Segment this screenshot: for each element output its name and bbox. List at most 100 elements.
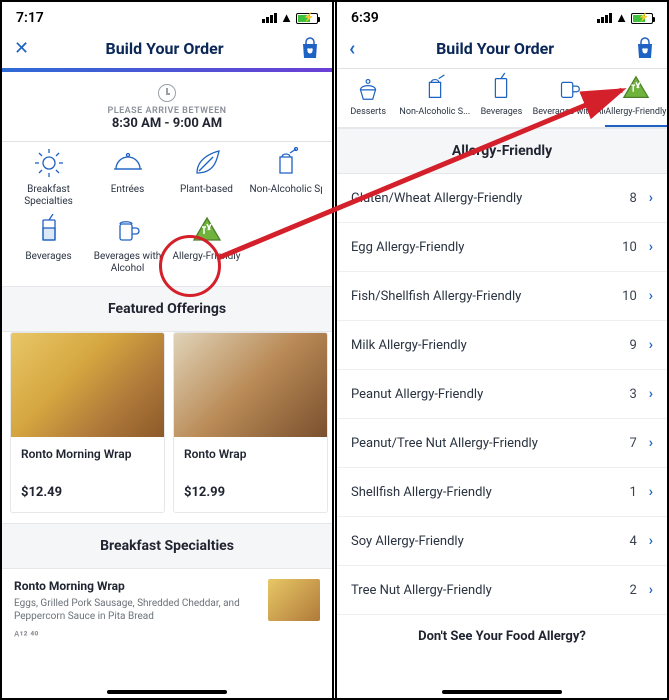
category-beverages[interactable]: Beverages xyxy=(10,213,87,274)
category-allergy-friendly[interactable]: Allergy-Friendly xyxy=(168,213,245,274)
status-time: 7:17 xyxy=(16,10,44,26)
dont-see-allergy[interactable]: Don't See Your Food Allergy? xyxy=(337,615,667,650)
row-label: Soy Allergy-Friendly xyxy=(351,534,464,549)
row-label: Milk Allergy-Friendly xyxy=(351,338,467,353)
list-item[interactable]: Gluten/Wheat Allergy-Friendly8› xyxy=(337,174,667,223)
chevron-right-icon: › xyxy=(649,386,653,402)
category-beverages-alcohol[interactable]: Beverages with Alcohol xyxy=(89,213,166,274)
chevron-right-icon: › xyxy=(649,484,653,500)
category-entrees[interactable]: Entrées xyxy=(89,146,166,207)
category-non-alcoholic[interactable]: Non-Alcoholic Specialty Be xyxy=(247,146,324,207)
arrival-window: PLEASE ARRIVE BETWEEN 8:30 AM - 9:00 AM xyxy=(2,72,332,141)
wifi-icon: ▲ xyxy=(280,10,293,26)
category-breakfast-specialties[interactable]: Breakfast Specialties xyxy=(10,146,87,207)
battery-icon: ⚡ xyxy=(631,13,653,24)
menu-item-name: Ronto Morning Wrap xyxy=(14,579,258,593)
offering-name: Ronto Wrap xyxy=(174,437,327,477)
page-title: Build Your Order xyxy=(436,39,554,58)
row-label: Peanut/Tree Nut Allergy-Friendly xyxy=(351,436,538,451)
offering-card[interactable]: Ronto Morning Wrap $12.49 xyxy=(10,332,165,513)
close-button[interactable]: ✕ xyxy=(14,38,29,59)
menu-item-price: ᴬ¹² ⁴⁰ xyxy=(14,629,258,642)
row-label: Tree Nut Allergy-Friendly xyxy=(351,583,492,598)
beer-icon xyxy=(554,73,584,103)
glass-icon xyxy=(32,213,66,247)
status-bar: 7:17 ▲ ⚡ xyxy=(2,2,332,30)
category-label: Plant-based xyxy=(168,184,245,196)
offering-image xyxy=(11,333,164,437)
tab-label: Beverages with Alcohol xyxy=(533,107,605,117)
screen-left: 7:17 ▲ ⚡ ✕ Build Your Order PLEASE ARRIV… xyxy=(2,2,334,698)
home-indicator[interactable] xyxy=(107,690,227,694)
list-item[interactable]: Milk Allergy-Friendly9› xyxy=(337,321,667,370)
row-label: Gluten/Wheat Allergy-Friendly xyxy=(351,191,522,206)
row-count: 4 xyxy=(629,534,636,549)
offering-card[interactable]: Ronto Wrap $12.99 xyxy=(173,332,328,513)
status-icons: ▲ ⚡ xyxy=(597,10,653,26)
row-count: 10 xyxy=(622,289,637,304)
sun-icon xyxy=(32,146,66,180)
row-label: Egg Allergy-Friendly xyxy=(351,240,464,255)
chevron-right-icon: › xyxy=(649,337,653,353)
list-item[interactable]: Peanut/Tree Nut Allergy-Friendly7› xyxy=(337,419,667,468)
chevron-right-icon: › xyxy=(649,533,653,549)
row-count: 1 xyxy=(629,485,636,500)
list-item[interactable]: Egg Allergy-Friendly 10 › xyxy=(337,223,667,272)
list-item[interactable]: Shellfish Allergy-Friendly 1 › xyxy=(337,468,667,517)
tab-beverages[interactable]: Beverages xyxy=(470,71,532,127)
tab-beverages-alcohol[interactable]: Beverages with Alcohol xyxy=(533,71,605,127)
allergy-icon xyxy=(621,73,651,103)
bag-button[interactable] xyxy=(635,36,655,60)
row-count: 7 xyxy=(629,436,636,451)
menu-item[interactable]: Ronto Morning Wrap Eggs, Grilled Pork Sa… xyxy=(2,569,332,650)
offering-price: $12.49 xyxy=(11,477,164,512)
category-strip[interactable]: Desserts Non-Alcoholic S... Beverages Be… xyxy=(337,69,667,128)
tab-desserts[interactable]: Desserts xyxy=(337,71,399,127)
cloche-icon xyxy=(111,146,145,180)
header: ‹ Build Your Order xyxy=(337,30,667,68)
menu-item-thumb xyxy=(268,579,320,621)
signal-icon xyxy=(597,13,612,23)
row-label: Shellfish Allergy-Friendly xyxy=(351,485,492,500)
menu-item-description: Eggs, Grilled Pork Sausage, Shredded Che… xyxy=(14,597,258,623)
page-title: Build Your Order xyxy=(105,39,223,58)
list-item[interactable]: Tree Nut Allergy-Friendly2› xyxy=(337,566,667,615)
chevron-right-icon: › xyxy=(649,239,653,255)
category-label: Beverages xyxy=(10,251,87,263)
home-indicator[interactable] xyxy=(442,690,562,694)
row-count: 8 xyxy=(629,191,636,206)
category-label: Beverages with Alcohol xyxy=(89,251,166,274)
tab-label: Desserts xyxy=(337,107,399,117)
category-plant-based[interactable]: Plant-based xyxy=(168,146,245,207)
list-item[interactable]: Fish/Shellfish Allergy-Friendly10› xyxy=(337,272,667,321)
status-time: 6:39 xyxy=(351,10,379,26)
tiki-drink-icon xyxy=(269,146,303,180)
row-count: 10 xyxy=(622,240,637,255)
beer-icon xyxy=(111,213,145,247)
offering-name: Ronto Morning Wrap xyxy=(11,437,164,477)
row-label: Fish/Shellfish Allergy-Friendly xyxy=(351,289,521,304)
row-count: 3 xyxy=(629,387,636,402)
category-grid: Breakfast Specialties Entrées Plant-base… xyxy=(2,142,332,286)
arrive-time: 8:30 AM - 9:00 AM xyxy=(2,116,332,131)
row-label: Peanut Allergy-Friendly xyxy=(351,387,483,402)
list-item[interactable]: Peanut Allergy-Friendly 3 › xyxy=(337,370,667,419)
chevron-right-icon: › xyxy=(649,582,653,598)
tab-non-alcoholic[interactable]: Non-Alcoholic S... xyxy=(399,71,470,127)
category-label: Entrées xyxy=(89,184,166,196)
glass-icon xyxy=(486,73,516,103)
arrive-label: PLEASE ARRIVE BETWEEN xyxy=(2,106,332,116)
tab-allergy-friendly[interactable]: Allergy-Friendly xyxy=(605,71,667,127)
wifi-icon: ▲ xyxy=(615,10,628,26)
featured-offerings[interactable]: Ronto Morning Wrap $12.49 Ronto Wrap $12… xyxy=(2,332,332,513)
section-featured-offerings: Featured Offerings xyxy=(2,286,332,332)
category-label: Breakfast Specialties xyxy=(10,184,87,207)
back-button[interactable]: ‹ xyxy=(349,36,355,60)
tiki-drink-icon xyxy=(420,73,450,103)
category-label: Allergy-Friendly xyxy=(168,251,245,263)
bag-button[interactable] xyxy=(300,36,320,60)
category-label: Non-Alcoholic Specialty Be xyxy=(250,184,322,196)
screen-right: 6:39 ▲ ⚡ ‹ Build Your Order Desserts Non… xyxy=(335,2,667,698)
tab-label: Beverages xyxy=(470,107,532,117)
list-item[interactable]: Soy Allergy-Friendly 4 › xyxy=(337,517,667,566)
